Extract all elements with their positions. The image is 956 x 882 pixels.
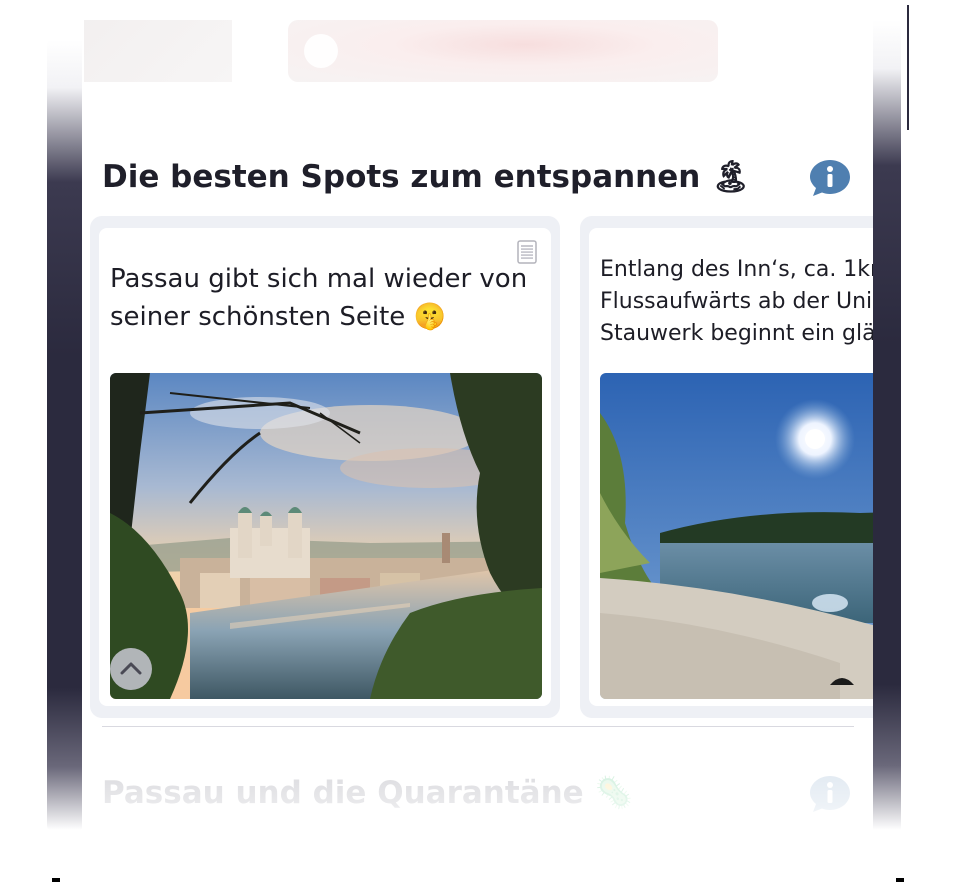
device-frame-right [871, 20, 901, 830]
previous-avatar [304, 34, 338, 68]
device-frame-edge [907, 5, 909, 130]
virus-emoji: 🦠 [594, 775, 634, 811]
spot-card[interactable]: Passau gibt sich mal wieder von seiner s… [90, 216, 560, 718]
spot-photo-river-beach[interactable] [600, 373, 873, 699]
device-frame-left [47, 40, 83, 830]
spot-card-content: Passau gibt sich mal wieder von seiner s… [99, 228, 551, 706]
next-section-header: Passau und die Quarantäne 🦠 [102, 770, 862, 822]
spot-photo-passau[interactable] [110, 373, 542, 699]
scroll-to-top-button[interactable] [110, 648, 152, 690]
section-title-text: Die besten Spots zum entspannen [102, 159, 701, 195]
chevron-up-icon [120, 662, 142, 675]
device-corner-left [52, 878, 60, 882]
app-screen: Die besten Spots zum entspannen 🏝 Passau… [82, 0, 873, 882]
spot-card[interactable]: Entlang des Inn‘s, ca. 1km Flussaufwärts… [580, 216, 873, 718]
passau-river-panorama-image [110, 373, 542, 699]
next-section-title-text: Passau und die Quarantäne [102, 775, 584, 811]
section-header: Die besten Spots zum entspannen 🏝 [102, 152, 862, 208]
spot-card-content: Entlang des Inn‘s, ca. 1km Flussaufwärts… [589, 228, 873, 706]
section-divider [102, 726, 854, 727]
previous-section-fade [82, 0, 873, 90]
next-section-title: Passau und die Quarantäne 🦠 [102, 774, 633, 811]
spot-card-text: Passau gibt sich mal wieder von seiner s… [110, 264, 528, 332]
previous-thumbnail-wide[interactable] [288, 20, 718, 82]
info-bubble-icon[interactable] [808, 158, 852, 198]
spots-carousel[interactable]: Passau gibt sich mal wieder von seiner s… [90, 216, 873, 718]
river-beach-sun-image [600, 373, 873, 699]
beach-emoji: 🏝 [711, 159, 751, 195]
previous-thumbnail[interactable] [84, 20, 232, 82]
spot-card-text: Entlang des Inn‘s, ca. 1km Flussaufwärts… [600, 257, 873, 346]
device-corner-right [896, 878, 904, 882]
info-bubble-icon[interactable] [808, 774, 852, 814]
section-title: Die besten Spots zum entspannen 🏝 [102, 158, 751, 195]
